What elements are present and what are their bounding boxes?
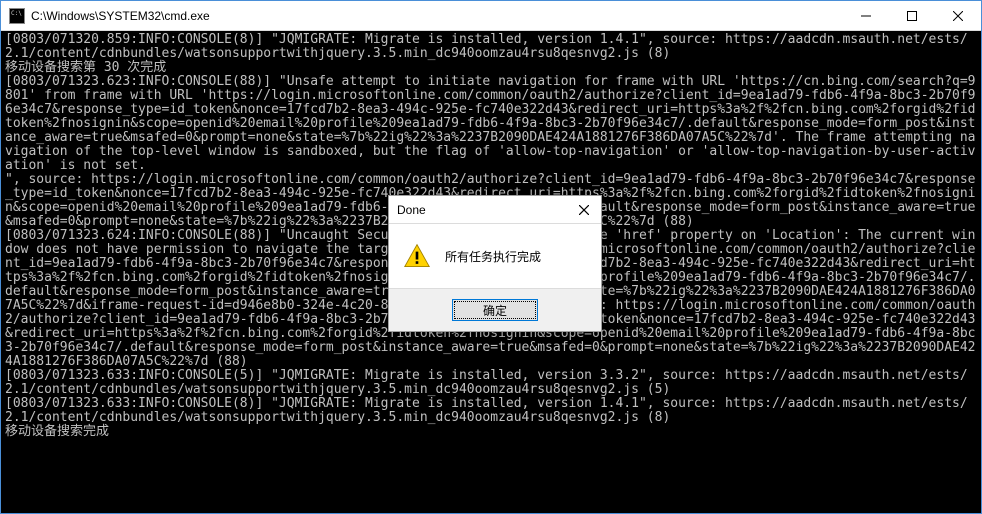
dialog-close-button[interactable] xyxy=(569,198,599,222)
console-line: [0803/071323.623:INFO:CONSOLE(88)] "Unsa… xyxy=(5,75,977,173)
close-button[interactable] xyxy=(935,1,981,30)
console-line: [0803/071320.859:INFO:CONSOLE(8)] "JQMIG… xyxy=(5,33,977,61)
close-icon xyxy=(579,205,589,215)
dialog-footer: 确定 xyxy=(389,288,601,331)
close-icon xyxy=(953,11,963,21)
cmd-icon xyxy=(9,8,25,24)
console-line: [0803/071323.633:INFO:CONSOLE(5)] "JQMIG… xyxy=(5,369,977,397)
window-title: C:\Windows\SYSTEM32\cmd.exe xyxy=(31,9,843,23)
minimize-button[interactable] xyxy=(843,1,889,30)
maximize-icon xyxy=(907,11,917,21)
dialog-titlebar[interactable]: Done xyxy=(389,196,601,224)
titlebar[interactable]: C:\Windows\SYSTEM32\cmd.exe xyxy=(1,1,981,31)
maximize-button[interactable] xyxy=(889,1,935,30)
dialog-message: 所有任务执行完成 xyxy=(445,248,541,265)
warning-icon xyxy=(403,242,431,270)
ok-button[interactable]: 确定 xyxy=(452,299,538,321)
dialog-title: Done xyxy=(397,203,569,217)
console-line: [0803/071323.633:INFO:CONSOLE(8)] "JQMIG… xyxy=(5,397,977,425)
console-line: 移动设备搜索第 30 次完成 xyxy=(5,61,977,75)
console-line: 移动设备搜索完成 xyxy=(5,425,977,439)
dialog-body: 所有任务执行完成 xyxy=(389,224,601,288)
minimize-icon xyxy=(861,11,871,21)
window-controls xyxy=(843,1,981,30)
done-dialog: Done 所有任务执行完成 确定 xyxy=(388,195,602,332)
